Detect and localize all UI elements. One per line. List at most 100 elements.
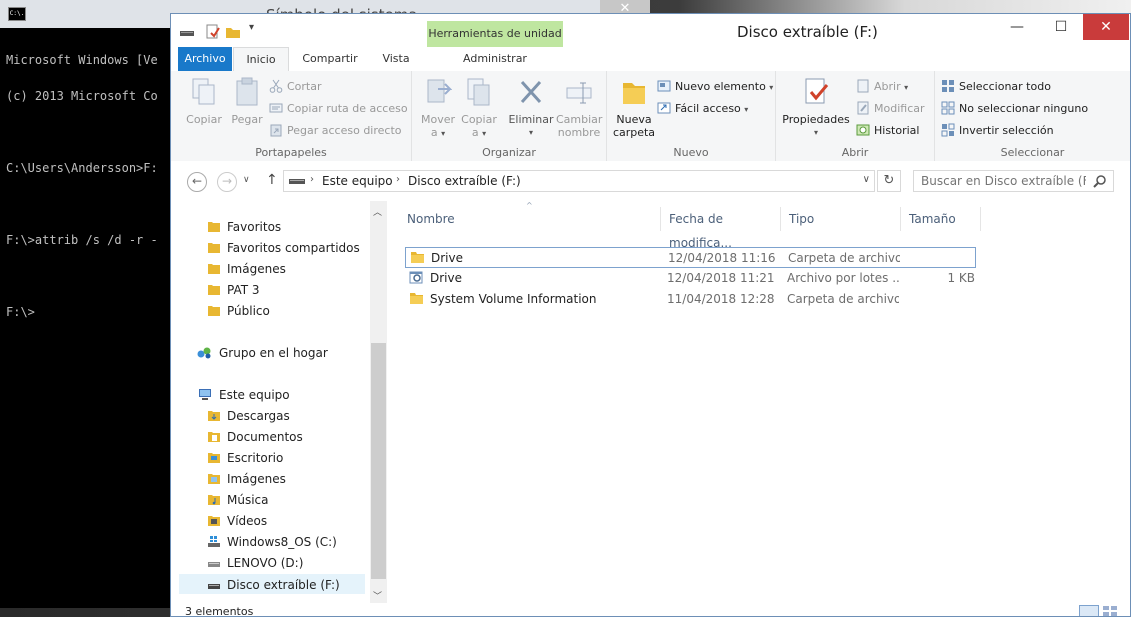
- cut-button[interactable]: Cortar: [269, 77, 322, 97]
- tab-inicio[interactable]: Inicio: [233, 47, 289, 72]
- scroll-down-icon[interactable]: ﹀: [373, 589, 382, 602]
- invert-selection-button[interactable]: Invertir selección: [941, 121, 1054, 141]
- search-icon[interactable]: [1093, 174, 1107, 188]
- delete-button[interactable]: Eliminar ▾: [508, 77, 554, 139]
- new-item-icon: [657, 80, 671, 92]
- search-box[interactable]: [913, 170, 1114, 192]
- cmd-app-icon: C:\.: [8, 7, 26, 21]
- nav-item-lenovo-d[interactable]: LENOVO (D:): [207, 553, 303, 573]
- history-icon: [856, 124, 870, 136]
- new-folder-label-2: carpeta: [612, 126, 656, 139]
- select-all-button[interactable]: Seleccionar todo: [941, 77, 1051, 97]
- back-button[interactable]: ←: [187, 172, 207, 192]
- column-header-tipo[interactable]: Tipo: [781, 207, 901, 231]
- copy-path-button[interactable]: Copiar ruta de acceso: [269, 99, 408, 119]
- downloads-folder-icon: [208, 411, 220, 421]
- history-label: Historial: [874, 124, 920, 137]
- file-name: Drive: [430, 271, 462, 285]
- nav-item-descargas[interactable]: Descargas: [207, 406, 290, 426]
- move-to-button[interactable]: Mover a ▾: [418, 77, 458, 140]
- paste-label: Pegar: [231, 113, 263, 126]
- file-date: 12/04/2018 11:16 a...: [668, 251, 780, 265]
- edit-button[interactable]: Modificar: [856, 99, 925, 119]
- tab-archivo[interactable]: Archivo: [178, 47, 232, 71]
- move-to-dropdown-icon: ▾: [441, 129, 446, 138]
- select-none-label: No seleccionar ninguno: [959, 102, 1089, 115]
- refresh-button[interactable]: ↻: [877, 170, 901, 192]
- paste-button[interactable]: Pegar: [225, 77, 269, 126]
- drive-icon: [208, 562, 220, 567]
- drive-tools-contextual-tab[interactable]: Herramientas de unidad: [427, 21, 563, 47]
- breadcrumb-este-equipo[interactable]: Este equipo: [322, 174, 393, 188]
- nav-scrollbar[interactable]: ︿ ﹀: [370, 201, 387, 603]
- open-button[interactable]: Abrir ▾: [856, 77, 908, 97]
- invert-selection-label: Invertir selección: [959, 124, 1054, 137]
- properties-icon[interactable]: [205, 24, 221, 40]
- file-row-drive-batch[interactable]: Drive 12/04/2018 11:21 a... Archivo por …: [405, 268, 976, 289]
- large-icons-view-button[interactable]: [1101, 605, 1119, 617]
- new-folder-icon[interactable]: [225, 24, 241, 40]
- nav-item-este-equipo[interactable]: Este equipo: [197, 385, 290, 405]
- qat-customize-icon[interactable]: ▾: [249, 22, 254, 38]
- nav-item-pat3[interactable]: PAT 3: [207, 280, 260, 300]
- close-button[interactable]: ✕: [1083, 14, 1129, 40]
- maximize-button[interactable]: ☐: [1039, 14, 1083, 40]
- nav-item-imagenes-public[interactable]: Imágenes: [207, 259, 286, 279]
- easy-access-button[interactable]: Fácil acceso ▾: [657, 99, 748, 119]
- breadcrumb-separator[interactable]: ›: [396, 174, 400, 185]
- edit-label: Modificar: [874, 102, 925, 115]
- forward-button[interactable]: →: [217, 172, 237, 192]
- new-folder-button[interactable]: Nueva carpeta: [611, 77, 657, 139]
- cmd-output: Microsoft Windows [Ve (c) 2013 Microsoft…: [6, 30, 172, 330]
- scissors-icon: [269, 79, 283, 93]
- minimize-button[interactable]: —: [995, 14, 1039, 40]
- paste-shortcut-button[interactable]: Pegar acceso directo: [269, 121, 402, 141]
- address-dropdown-icon[interactable]: ∨: [863, 174, 870, 185]
- scroll-up-icon[interactable]: ︿: [373, 205, 382, 218]
- select-none-icon: [941, 101, 955, 115]
- nav-item-favoritos-compartidos[interactable]: Favoritos compartidos: [207, 238, 360, 258]
- select-none-button[interactable]: No seleccionar ninguno: [941, 99, 1088, 119]
- column-header-tamano[interactable]: Tamaño: [901, 207, 981, 231]
- nav-item-label: Windows8_OS (C:): [227, 535, 337, 549]
- tab-vista[interactable]: Vista: [371, 47, 421, 71]
- scrollbar-thumb[interactable]: [371, 343, 386, 579]
- column-header-fecha[interactable]: Fecha de modifica...: [661, 207, 781, 250]
- nav-item-publico[interactable]: Público: [207, 301, 270, 321]
- nav-item-disco-extraible[interactable]: Disco extraíble (F:): [179, 574, 365, 594]
- select-all-label: Seleccionar todo: [959, 80, 1051, 93]
- nav-item-documentos[interactable]: Documentos: [207, 427, 303, 447]
- file-name: Drive: [431, 251, 463, 265]
- file-row-system-volume[interactable]: System Volume Information 11/04/2018 12:…: [405, 289, 976, 310]
- new-item-button[interactable]: Nuevo elemento ▾: [657, 77, 773, 97]
- search-input[interactable]: [921, 174, 1086, 188]
- breadcrumb-disco-extraible[interactable]: Disco extraíble (F:): [408, 174, 521, 188]
- details-view-button[interactable]: [1079, 605, 1099, 616]
- removable-drive-icon: [208, 584, 220, 589]
- column-header-nombre[interactable]: Nombre: [399, 207, 661, 231]
- videos-folder-icon: [208, 516, 220, 526]
- up-button[interactable]: ↑: [266, 172, 278, 188]
- file-row-drive-folder[interactable]: Drive 12/04/2018 11:16 a... Carpeta de a…: [405, 247, 976, 268]
- nav-item-escritorio[interactable]: Escritorio: [207, 448, 283, 468]
- select-all-icon: [942, 80, 954, 92]
- tab-compartir[interactable]: Compartir: [295, 47, 365, 71]
- nav-item-favoritos[interactable]: Favoritos: [207, 217, 281, 237]
- nav-item-videos[interactable]: Vídeos: [207, 511, 267, 531]
- rename-button[interactable]: Cambiar nombre: [556, 77, 602, 139]
- nav-item-grupo-hogar[interactable]: Grupo en el hogar: [197, 343, 328, 363]
- breadcrumb-separator[interactable]: ›: [310, 174, 314, 185]
- copy-button[interactable]: Copiar: [179, 77, 229, 126]
- nav-item-musica[interactable]: Música: [207, 490, 269, 510]
- file-type: Carpeta de archivos: [787, 292, 899, 306]
- recent-locations-icon[interactable]: ∨: [243, 175, 250, 185]
- history-button[interactable]: Historial: [856, 121, 919, 141]
- copy-to-button[interactable]: Copiar a ▾: [458, 77, 500, 140]
- ribbon-home: Copiar Pegar Cortar Copiar ruta de acces…: [171, 71, 1130, 162]
- tab-administrar[interactable]: Administrar: [427, 47, 563, 71]
- properties-button[interactable]: Propiedades ▾: [778, 77, 854, 139]
- address-bar[interactable]: › Este equipo › Disco extraíble (F:) ∨: [283, 170, 875, 192]
- explorer-titlebar[interactable]: ▾ Herramientas de unidad Disco extraíble…: [171, 14, 1130, 47]
- nav-item-windows8-os[interactable]: Windows8_OS (C:): [207, 532, 337, 552]
- nav-item-imagenes[interactable]: Imágenes: [207, 469, 286, 489]
